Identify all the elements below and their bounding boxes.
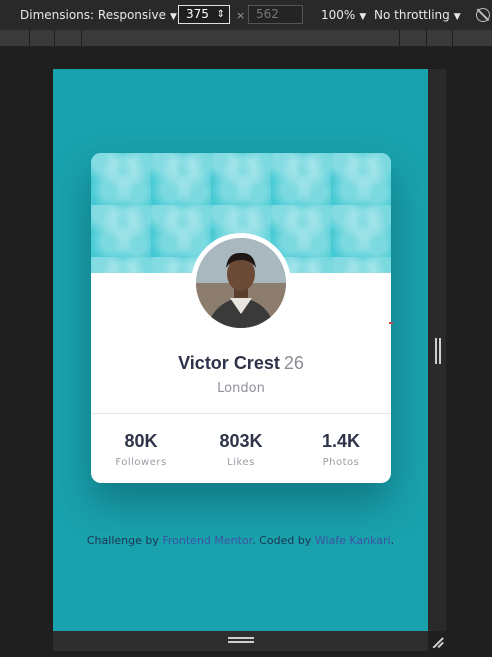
stat-followers: 80K Followers: [91, 431, 191, 468]
dimensions-label: Dimensions: Responsive: [20, 8, 166, 22]
spinner-icon[interactable]: ⇕: [217, 6, 225, 23]
person-photo-icon: [196, 238, 286, 328]
profile-card: Victor Crest 26 London 80K Followers 803K…: [91, 153, 391, 483]
media-query-bar[interactable]: [0, 30, 492, 47]
caret-down-icon: ▼: [169, 12, 177, 22]
times-separator: ×: [236, 9, 246, 22]
resize-handle-bottom-icon[interactable]: [228, 637, 254, 643]
profile-location: London: [217, 381, 265, 396]
frontend-mentor-link[interactable]: Frontend Mentor: [162, 534, 252, 547]
stat-likes: 803K Likes: [191, 431, 291, 468]
mq-tick: [399, 30, 400, 46]
stat-value: 1.4K: [321, 431, 361, 451]
height-input[interactable]: 562: [248, 5, 303, 24]
card-divider: [91, 413, 391, 414]
resize-handle-corner-icon[interactable]: [431, 636, 445, 648]
attribution-suffix: .: [390, 534, 395, 547]
width-input[interactable]: 375 ⇕: [178, 5, 230, 24]
throttling-label: No throttling: [374, 8, 450, 22]
caret-down-icon: ▼: [359, 12, 367, 22]
attribution-prefix: Challenge by: [86, 534, 163, 547]
zoom-label: 100%: [321, 8, 356, 22]
height-placeholder: 562: [256, 7, 279, 21]
profile-age: 26: [283, 353, 304, 373]
mq-tick: [426, 30, 427, 46]
stat-label: Likes: [227, 457, 255, 468]
stat-photos: 1.4K Photos: [291, 431, 391, 468]
mq-tick: [81, 30, 82, 46]
stat-label: Followers: [115, 457, 167, 468]
caret-down-icon: ▼: [453, 12, 461, 22]
profile-name: Victor Crest: [178, 353, 280, 373]
zoom-dropdown[interactable]: 100% ▼: [321, 8, 366, 22]
device-viewport: Victor Crest 26 London 80K Followers 803K…: [53, 69, 428, 631]
disable-icon[interactable]: [476, 8, 490, 22]
dimensions-dropdown[interactable]: Dimensions: Responsive ▼: [20, 8, 177, 22]
profile-avatar: [191, 233, 291, 333]
stat-value: 803K: [219, 431, 263, 451]
throttling-dropdown[interactable]: No throttling ▼: [374, 8, 461, 22]
mq-tick: [29, 30, 30, 46]
mq-tick: [54, 30, 55, 46]
resize-handle-right-icon[interactable]: [435, 338, 441, 364]
devtools-device-toolbar: Dimensions: Responsive ▼ 375 ⇕ × 562 100%…: [0, 0, 492, 30]
author-link[interactable]: Wiafe Kankari: [315, 534, 391, 547]
artifact-mark: [389, 322, 393, 324]
stat-value: 80K: [124, 431, 158, 451]
profile-stats: 80K Followers 803K Likes 1.4K Photos: [91, 431, 391, 468]
width-value: 375: [186, 7, 209, 21]
attribution: Challenge by Frontend Mentor. Coded by W…: [53, 534, 428, 547]
profile-name-line: Victor Crest 26: [91, 353, 391, 374]
attribution-middle: . Coded by: [252, 534, 315, 547]
stat-label: Photos: [322, 457, 360, 468]
mq-tick: [452, 30, 453, 46]
